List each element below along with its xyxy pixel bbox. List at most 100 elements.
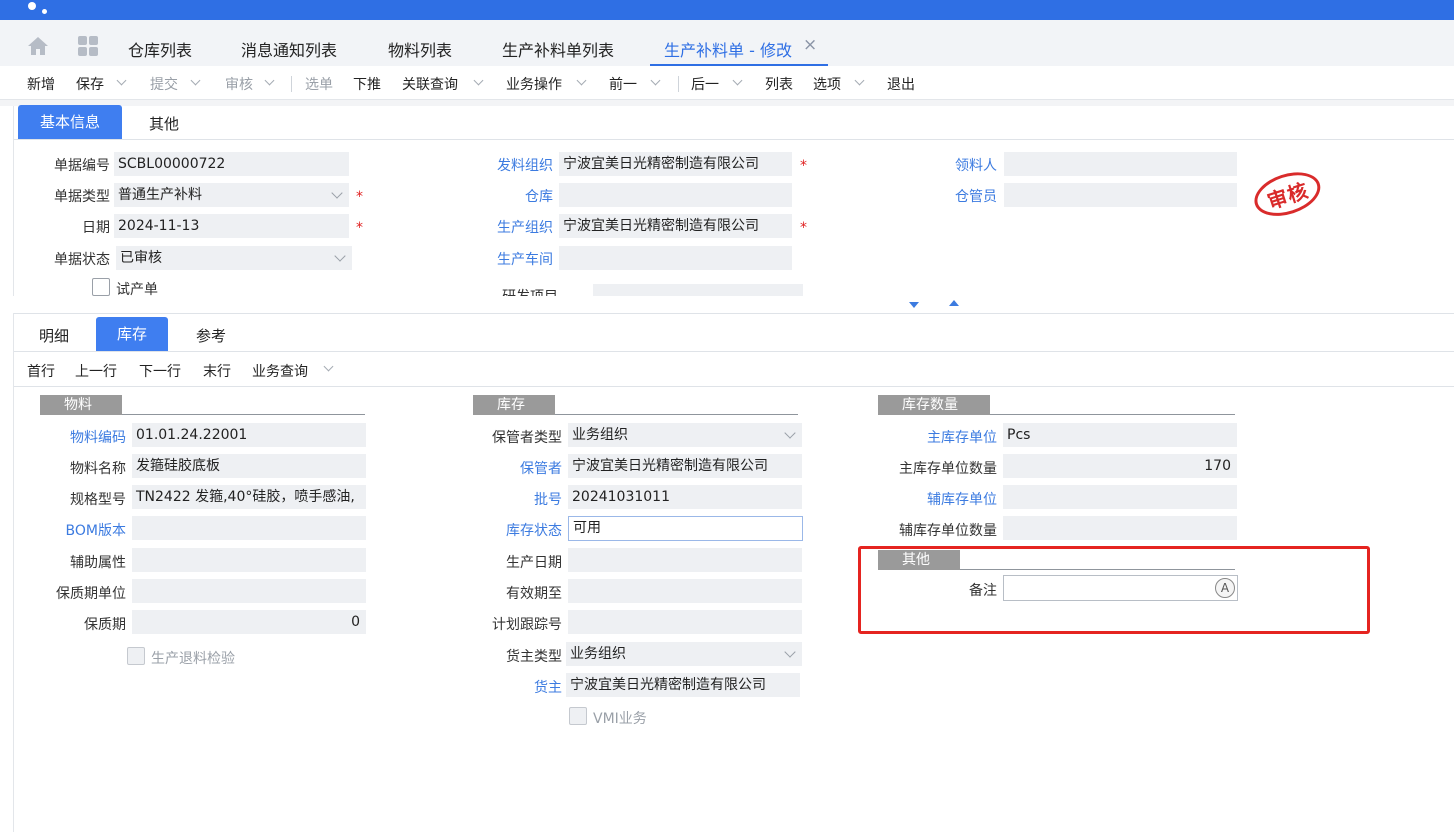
chevron-down-icon[interactable] xyxy=(784,427,796,439)
rd-project-field[interactable] xyxy=(593,284,803,296)
next-row-button[interactable]: 下一行 xyxy=(139,361,181,381)
chevron-down-icon[interactable] xyxy=(334,250,346,262)
doc-no-field[interactable]: SCBL00000722 xyxy=(114,152,349,176)
chevron-down-icon[interactable] xyxy=(331,187,343,199)
chevron-down-icon[interactable] xyxy=(190,75,201,86)
tab-material-list[interactable]: 物料列表 xyxy=(388,37,452,61)
doc-type-select[interactable]: 普通生产补料 xyxy=(114,183,349,207)
vmi-checkbox[interactable] xyxy=(569,707,587,725)
owner-field[interactable]: 宁波宜美日光精密制造有限公司 xyxy=(566,673,800,697)
aux-unit-field[interactable] xyxy=(1003,485,1237,509)
picker-label[interactable]: 领料人 xyxy=(920,155,997,175)
prod-org-label[interactable]: 生产组织 xyxy=(470,217,553,237)
aux-attr-field[interactable] xyxy=(132,548,366,572)
select-bill-button[interactable]: 选单 xyxy=(305,74,333,94)
audit-button[interactable]: 审核 xyxy=(225,74,253,94)
first-row-button[interactable]: 首行 xyxy=(27,361,55,381)
chevron-down-icon[interactable] xyxy=(650,75,661,86)
chevron-down-icon[interactable] xyxy=(854,75,865,86)
collapse-up-icon[interactable] xyxy=(949,300,959,306)
prod-org-field[interactable]: 宁波宜美日光精密制造有限公司 xyxy=(559,214,792,238)
picker-field[interactable] xyxy=(1004,152,1237,176)
chevron-down-icon[interactable] xyxy=(732,75,743,86)
tab-supplement-list[interactable]: 生产补料单列表 xyxy=(502,37,614,61)
biz-query-button[interactable]: 业务查询 xyxy=(252,361,308,381)
tab-message-list[interactable]: 消息通知列表 xyxy=(241,37,337,61)
main-unit-field[interactable]: Pcs xyxy=(1003,423,1237,447)
save-button[interactable]: 保存 xyxy=(76,74,104,94)
shelf-life-field[interactable]: 0 xyxy=(132,610,366,634)
issue-org-label[interactable]: 发料组织 xyxy=(470,155,553,175)
stock-status-field[interactable]: 可用 xyxy=(568,516,803,541)
aux-unit-label[interactable]: 辅库存单位 xyxy=(870,489,997,509)
stock-keeper-label[interactable]: 保管者 xyxy=(470,458,562,478)
lot-label[interactable]: 批号 xyxy=(470,489,562,509)
workshop-label[interactable]: 生产车间 xyxy=(470,249,553,269)
chevron-down-icon[interactable] xyxy=(264,75,275,86)
push-down-button[interactable]: 下推 xyxy=(353,74,381,94)
plan-track-field[interactable] xyxy=(568,610,802,634)
owner-label[interactable]: 货主 xyxy=(470,677,562,697)
lot-field[interactable]: 20241031011 xyxy=(568,485,802,509)
tab-other[interactable]: 其他 xyxy=(128,107,200,141)
next-record-button[interactable]: 后一 xyxy=(691,74,719,94)
chevron-down-icon[interactable] xyxy=(784,646,796,658)
tab-basic-info[interactable]: 基本信息 xyxy=(18,105,122,139)
new-button[interactable]: 新增 xyxy=(27,74,55,94)
trial-checkbox[interactable] xyxy=(92,278,110,296)
prev-record-button[interactable]: 前一 xyxy=(609,74,637,94)
shelf-unit-field[interactable] xyxy=(132,579,366,603)
prod-date-field[interactable] xyxy=(568,548,802,572)
tab-supplement-edit[interactable]: 生产补料单 - 修改 xyxy=(664,37,792,61)
bom-label[interactable]: BOM版本 xyxy=(40,520,126,540)
main-unit-label[interactable]: 主库存单位 xyxy=(870,427,997,447)
list-button[interactable]: 列表 xyxy=(765,74,793,94)
biz-ops-button[interactable]: 业务操作 xyxy=(506,74,562,94)
material-code-label[interactable]: 物料编码 xyxy=(40,427,126,447)
keeper-label[interactable]: 仓管员 xyxy=(920,186,997,206)
apps-grid-icon[interactable] xyxy=(77,36,99,60)
date-field[interactable]: 2024-11-13 xyxy=(114,214,349,238)
owner-type-select[interactable]: 业务组织 xyxy=(566,642,802,666)
chevron-down-icon[interactable] xyxy=(116,75,127,86)
app-top-bar xyxy=(0,0,1454,20)
status-select[interactable]: 已审核 xyxy=(116,246,352,270)
exit-button[interactable]: 退出 xyxy=(887,74,915,94)
issue-org-field[interactable]: 宁波宜美日光精密制造有限公司 xyxy=(559,152,792,176)
detail-tab-top-line xyxy=(14,313,1454,314)
warehouse-field[interactable] xyxy=(559,183,792,207)
last-row-button[interactable]: 末行 xyxy=(203,361,231,381)
material-code-field[interactable]: 01.01.24.22001 xyxy=(132,423,366,447)
return-check-checkbox[interactable] xyxy=(127,647,145,665)
expiry-field[interactable] xyxy=(568,579,802,603)
keeper-field[interactable] xyxy=(1004,183,1237,207)
submit-button[interactable]: 提交 xyxy=(150,74,178,94)
tab-detail[interactable]: 明细 xyxy=(22,319,86,353)
keeper-type-label: 保管者类型 xyxy=(492,430,562,446)
doc-type-label: 单据类型 xyxy=(54,189,110,205)
home-icon[interactable] xyxy=(27,36,49,60)
warehouse-label[interactable]: 仓库 xyxy=(470,186,553,206)
stock-status-label[interactable]: 库存状态 xyxy=(470,520,562,540)
chevron-down-icon[interactable] xyxy=(473,75,484,86)
stock-keeper-field[interactable]: 宁波宜美日光精密制造有限公司 xyxy=(568,454,802,478)
close-tab-icon[interactable]: × xyxy=(803,35,817,55)
aux-attr-label: 辅助属性 xyxy=(70,555,126,571)
expand-down-icon[interactable] xyxy=(909,302,919,308)
main-qty-field[interactable]: 170 xyxy=(1003,454,1237,478)
workshop-field[interactable] xyxy=(559,246,792,270)
aux-qty-field[interactable] xyxy=(1003,516,1237,540)
tab-stock[interactable]: 库存 xyxy=(96,317,168,351)
spec-field[interactable]: TN2422 发箍,40°硅胶，喷手感油, xyxy=(132,485,366,509)
logo-dot xyxy=(42,9,47,14)
options-button[interactable]: 选项 xyxy=(813,74,841,94)
keeper-type-select[interactable]: 业务组织 xyxy=(568,423,802,447)
material-name-field[interactable]: 发箍硅胶底板 xyxy=(132,454,366,478)
tab-warehouse-list[interactable]: 仓库列表 xyxy=(128,37,192,61)
tab-reference[interactable]: 参考 xyxy=(175,319,247,353)
linked-query-button[interactable]: 关联查询 xyxy=(402,74,458,94)
bom-field[interactable] xyxy=(132,516,366,540)
chevron-down-icon[interactable] xyxy=(323,361,334,372)
chevron-down-icon[interactable] xyxy=(576,75,587,86)
prev-row-button[interactable]: 上一行 xyxy=(75,361,117,381)
